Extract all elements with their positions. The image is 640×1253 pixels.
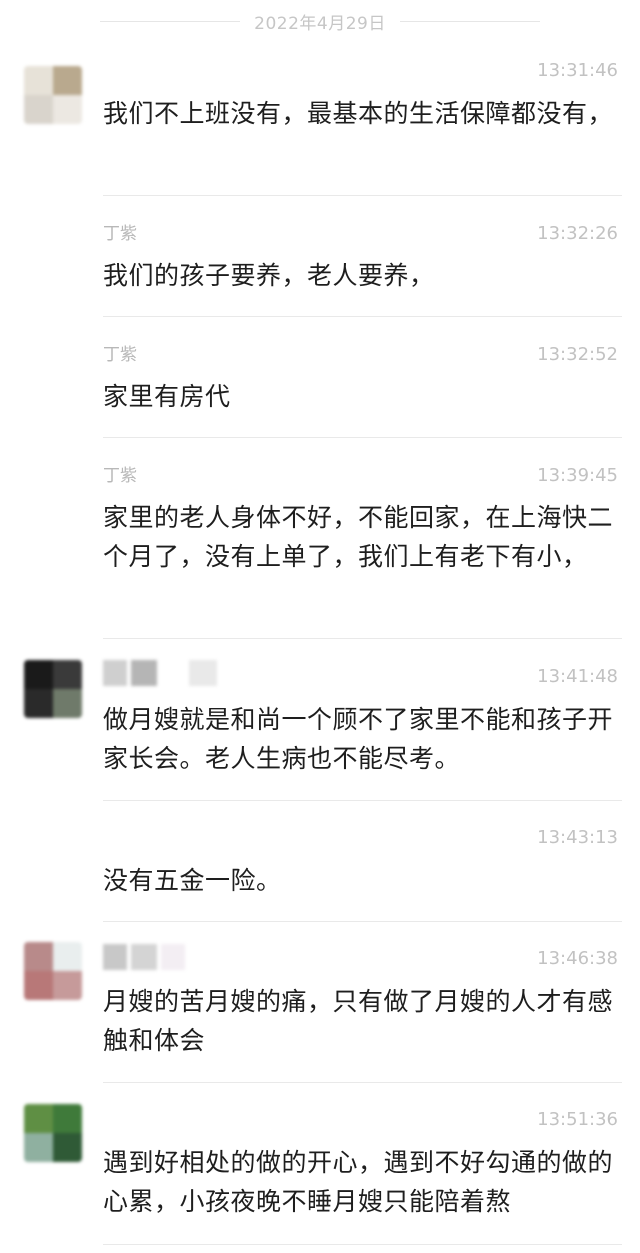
message-text: 家里的老人身体不好，不能回家，在上海快二个月了，没有上单了，我们上有老下有小， [103,503,614,571]
message-time: 13:39:45 [537,465,618,486]
message-divider [103,195,622,196]
sender-name-redacted [103,944,185,970]
avatar[interactable] [24,942,82,1000]
avatar[interactable] [24,66,82,124]
sender-name-redacted [103,660,217,686]
date-label: 2022年4月29日 [254,13,386,34]
sender-name: 丁紫 [103,224,137,244]
message-time: 13:32:26 [537,223,618,244]
message-text: 我们的孩子要养，老人要养， [103,261,435,290]
message-time: 13:46:38 [537,948,618,969]
message-divider [103,316,622,317]
message-divider [103,638,622,639]
sender-name: 丁紫 [103,466,137,486]
avatar[interactable] [24,660,82,718]
date-separator-line-left [100,20,241,22]
message-text: 月嫂的苦月嫂的痛，只有做了月嫂的人才有感触和体会 [103,987,614,1055]
message-divider [103,1082,622,1083]
message-divider [103,437,622,438]
sender-name: 丁紫 [103,345,137,365]
message-time: 13:41:48 [537,666,618,687]
message-divider [103,800,622,801]
message-divider [103,921,622,922]
avatar[interactable] [24,1104,82,1162]
message-text: 没有五金一险。 [103,866,282,895]
message-text: 做月嫂就是和尚一个顾不了家里不能和孩子开家长会。老人生病也不能尽考。 [103,705,614,773]
message-time: 13:43:13 [537,827,618,848]
message-text: 家里有房代 [103,382,231,411]
date-separator-line-right [399,20,540,22]
message-time: 13:51:36 [537,1109,618,1130]
date-separator: 2022年4月29日 [0,6,640,36]
message-text: 遇到好相处的做的开心，遇到不好勾通的做的心累，小孩夜晚不睡月嫂只能陪着熬 [103,1148,614,1216]
message-time: 13:32:52 [537,344,618,365]
message-text: 我们不上班没有，最基本的生活保障都没有， [103,99,614,128]
message-time: 13:31:46 [537,60,618,81]
message-divider [103,1244,622,1245]
